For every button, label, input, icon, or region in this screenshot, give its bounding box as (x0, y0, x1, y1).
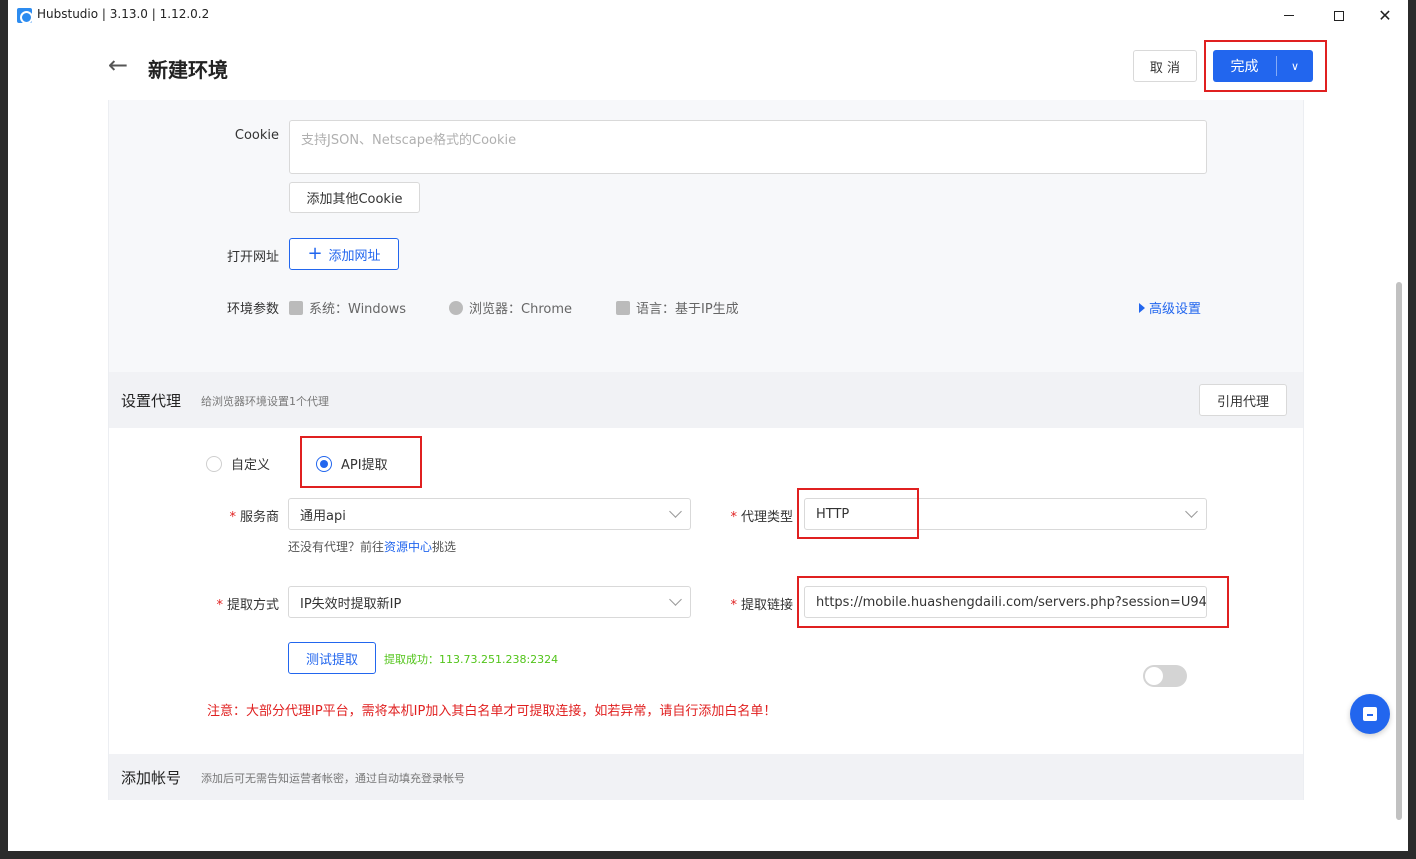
caret-right-icon (1139, 303, 1145, 313)
page-title: 新建环境 (148, 58, 228, 82)
provider-label: 服务商 (199, 506, 279, 525)
provider-select[interactable]: 通用api (288, 498, 691, 530)
done-button-label: 完成 (1230, 59, 1259, 75)
no-proxy-hint-prefix: 还没有代理？前往 (288, 540, 385, 554)
hubstudio-logo-icon (17, 8, 33, 24)
proxy-section-subtitle: 给浏览器环境设置1个代理 (201, 395, 329, 408)
resource-center-link[interactable]: 资源中心 (384, 540, 432, 554)
account-section-header: 添加帐号 添加后可无需告知运营者帐密，通过自动填充登录帐号 (109, 754, 1303, 800)
title-bar[interactable]: Hubstudio | 3.13.0 | 1.12.0.2 ✕ (8, 0, 1408, 31)
support-chat-button[interactable] (1350, 694, 1390, 734)
chevron-down-icon[interactable]: ∨ (1277, 50, 1313, 82)
whitelist-warning: 注意：大部分代理IP平台，需将本机IP加入其白名单才可提取连接，如若异常，请自行… (207, 704, 777, 719)
radio-custom-dot (206, 455, 222, 472)
maximize-button[interactable] (1316, 0, 1362, 31)
param-browser: 浏览器：Chrome (449, 298, 572, 317)
radio-api[interactable]: API提取 (316, 454, 388, 473)
proxy-type-value: HTTP (816, 506, 850, 522)
no-proxy-hint-suffix: 挑选 (432, 540, 457, 554)
minimize-icon (1284, 15, 1294, 16)
radio-custom-label: 自定义 (231, 458, 271, 473)
chrome-icon (449, 300, 463, 315)
radio-api-dot (316, 455, 332, 472)
proxy-section-title: 设置代理 (121, 392, 182, 410)
window-title: Hubstudio | 3.13.0 | 1.12.0.2 (37, 7, 210, 21)
close-icon: ✕ (1378, 5, 1392, 25)
param-browser-text: 浏览器：Chrome (469, 302, 572, 317)
chevron-down-icon (669, 505, 682, 518)
plus-icon: + (307, 243, 323, 264)
account-section-subtitle: 添加后可无需告知运营者帐密，通过自动填充登录帐号 (201, 772, 465, 785)
extract-link-input[interactable]: https://mobile.huashengdaili.com/servers… (804, 586, 1207, 618)
maximize-icon (1334, 10, 1344, 21)
back-arrow-icon[interactable]: ← (108, 53, 132, 78)
language-icon (616, 300, 630, 315)
cookie-label: Cookie (234, 128, 279, 143)
proxy-section-body: 自定义 API提取 服务商 通用api 还没有代理？前往资源中心挑选 代理类型 … (109, 428, 1303, 754)
app-window: Hubstudio | 3.13.0 | 1.12.0.2 ✕ ← 新建环境 取… (8, 0, 1408, 851)
no-proxy-hint: 还没有代理？前往资源中心挑选 (288, 538, 456, 555)
test-extract-button[interactable]: 测试提取 (288, 642, 376, 674)
minimize-button[interactable] (1266, 0, 1312, 31)
reference-proxy-button[interactable]: 引用代理 (1199, 384, 1287, 416)
done-button[interactable]: 完成 ∨ (1213, 50, 1313, 82)
radio-api-label: API提取 (341, 458, 388, 473)
form-panel: Cookie 支持JSON、Netscape格式的Cookie 添加其他Cook… (108, 100, 1304, 800)
account-section-title: 添加帐号 (121, 769, 182, 787)
proxy-section-header: 设置代理 给浏览器环境设置1个代理 引用代理 (109, 372, 1303, 428)
scrollbar-thumb[interactable] (1396, 282, 1402, 820)
param-os: 系统：Windows (289, 298, 406, 317)
cookie-textarea[interactable]: 支持JSON、Netscape格式的Cookie (289, 120, 1207, 174)
param-language: 语言：基于IP生成 (616, 298, 739, 317)
add-url-button[interactable]: + 添加网址 (289, 238, 399, 270)
extract-method-value: IP失效时提取新IP (300, 596, 402, 612)
chevron-down-icon (669, 593, 682, 606)
add-account-toggle[interactable] (1143, 665, 1187, 687)
extract-method-select[interactable]: IP失效时提取新IP (288, 586, 691, 618)
chevron-down-icon (1185, 505, 1198, 518)
close-button[interactable]: ✕ (1362, 0, 1408, 31)
add-cookie-button[interactable]: 添加其他Cookie (289, 182, 420, 213)
open-url-label: 打开网址 (226, 250, 279, 265)
extract-link-label: 提取链接 (709, 594, 793, 613)
env-params-label: 环境参数 (226, 302, 279, 317)
radio-custom[interactable]: 自定义 (206, 454, 270, 473)
param-os-text: 系统：Windows (309, 302, 407, 317)
extract-method-label: 提取方式 (189, 594, 279, 613)
advanced-settings-link[interactable]: 高级设置 (1139, 298, 1201, 317)
add-url-label: 添加网址 (328, 248, 381, 264)
chat-icon (1363, 707, 1377, 721)
param-language-text: 语言：基于IP生成 (636, 302, 739, 317)
test-result-text: 提取成功：113.73.251.238:2324 (384, 653, 559, 666)
provider-value: 通用api (300, 508, 346, 524)
windows-icon (289, 300, 303, 315)
proxy-type-label: 代理类型 (709, 506, 793, 525)
cancel-button[interactable]: 取 消 (1133, 50, 1197, 82)
advanced-settings-label: 高级设置 (1149, 302, 1202, 317)
proxy-type-select[interactable]: HTTP (804, 498, 1207, 530)
